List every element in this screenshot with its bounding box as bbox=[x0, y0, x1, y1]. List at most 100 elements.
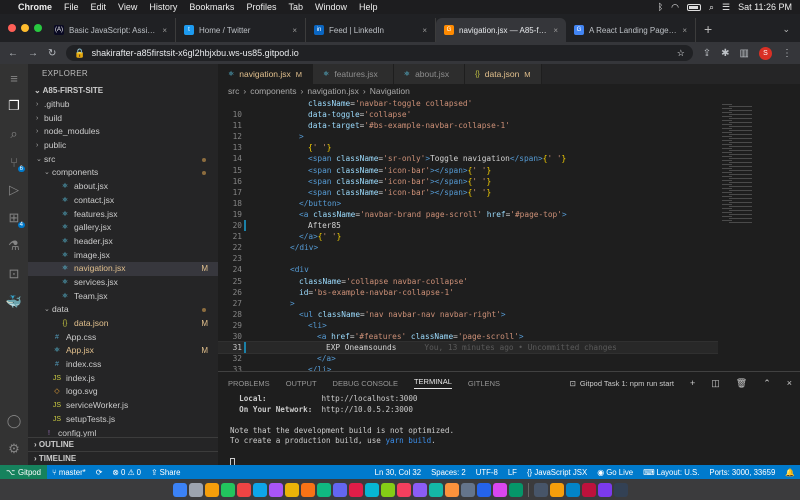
search-icon[interactable]: ⌕ bbox=[6, 126, 22, 142]
browser-tab-react-landing[interactable]: G A React Landing Page Tem × bbox=[566, 18, 696, 42]
browser-tab-gitpod[interactable]: G navigation.jsx — A85-first × bbox=[436, 18, 566, 42]
line-ending[interactable]: LF bbox=[503, 468, 522, 477]
code-line[interactable]: 12 > bbox=[218, 131, 718, 142]
battery-icon[interactable] bbox=[687, 3, 701, 11]
dock-app-icon[interactable] bbox=[613, 482, 628, 497]
notifications-icon[interactable]: 🔔 bbox=[780, 468, 800, 477]
extensions-icon[interactable]: ⊞ 4 bbox=[6, 210, 25, 228]
minimap[interactable] bbox=[718, 98, 800, 371]
branch-indicator[interactable]: ⑂ master* bbox=[47, 468, 91, 477]
keyboard-layout[interactable]: ⌨ Layout: U.S. bbox=[638, 468, 704, 477]
more-menu-icon[interactable]: ⋮ bbox=[782, 48, 792, 59]
dock-app-icon[interactable] bbox=[565, 482, 580, 497]
dock-app-icon[interactable] bbox=[188, 482, 203, 497]
encoding[interactable]: UTF-8 bbox=[471, 468, 503, 477]
source-control-icon[interactable]: ⑂ 6 bbox=[6, 154, 25, 172]
menu-file[interactable]: File bbox=[64, 2, 79, 12]
search-icon[interactable]: ⌕ bbox=[709, 2, 714, 13]
url-text[interactable]: shakirafter-a85firstsit-x6gl2hbjxbu.ws-u… bbox=[92, 48, 299, 58]
menu-view[interactable]: View bbox=[118, 2, 137, 12]
tree-item[interactable]: ⚛ contact.jsx bbox=[28, 194, 218, 208]
dock-app-icon[interactable] bbox=[316, 482, 331, 497]
code-line[interactable]: 21 </a>{' '} bbox=[218, 231, 718, 242]
bookmark-star-icon[interactable]: ☆ bbox=[677, 48, 685, 59]
close-icon[interactable]: × bbox=[162, 26, 167, 35]
explorer-icon[interactable]: ❐ bbox=[6, 98, 22, 114]
menu-profiles[interactable]: Profiles bbox=[246, 2, 276, 12]
close-icon[interactable]: × bbox=[292, 26, 297, 35]
tree-item[interactable]: › public bbox=[28, 139, 218, 153]
browser-tab-linkedin[interactable]: in Feed | LinkedIn × bbox=[306, 18, 436, 42]
menu-app[interactable]: Chrome bbox=[18, 2, 52, 12]
dock-app-icon[interactable] bbox=[348, 482, 363, 497]
dock-app-icon[interactable] bbox=[492, 482, 507, 497]
dock-app-icon[interactable] bbox=[284, 482, 299, 497]
tree-item[interactable]: JS setupTests.js bbox=[28, 413, 218, 427]
trash-icon[interactable]: 🗑 bbox=[736, 378, 747, 389]
code-line[interactable]: 23 bbox=[218, 253, 718, 264]
ports-indicator[interactable]: Ports: 3000, 33659 bbox=[704, 468, 780, 477]
dock-app-icon[interactable] bbox=[396, 482, 411, 497]
maximize-panel-icon[interactable]: ⌃ bbox=[763, 378, 771, 389]
remote-indicator[interactable]: ⌥ Gitpod bbox=[0, 465, 47, 479]
dock-app-icon[interactable] bbox=[581, 482, 596, 497]
editor-tab[interactable]: ⚛ navigation.jsx M bbox=[218, 64, 314, 84]
tree-item[interactable]: ⌄ src bbox=[28, 153, 218, 167]
code-line[interactable]: 22 </div> bbox=[218, 242, 718, 253]
dock-app-icon[interactable] bbox=[476, 482, 491, 497]
close-icon[interactable]: × bbox=[553, 26, 558, 35]
clock[interactable]: Sat 11:26 PM bbox=[738, 2, 792, 12]
sync-icon[interactable]: ⟳ bbox=[91, 468, 108, 477]
tree-item[interactable]: › node_modules bbox=[28, 125, 218, 139]
share-icon[interactable]: ⇪ bbox=[703, 48, 711, 59]
go-live-button[interactable]: ◉ Go Live bbox=[592, 468, 638, 477]
tree-item[interactable]: ⚛ Team.jsx bbox=[28, 290, 218, 304]
outline-section[interactable]: › OUTLINE bbox=[28, 437, 218, 451]
tree-item[interactable]: › build bbox=[28, 112, 218, 126]
breadcrumb-symbol[interactable]: Navigation bbox=[370, 84, 410, 98]
tab-terminal[interactable]: TERMINAL bbox=[413, 377, 452, 389]
workspace-root[interactable]: ⌄ A85-FIRST-SITE bbox=[28, 84, 218, 98]
menu-tab[interactable]: Tab bbox=[288, 2, 303, 12]
tree-item[interactable]: ◇ logo.svg bbox=[28, 385, 218, 399]
profile-avatar[interactable]: S bbox=[759, 46, 772, 60]
run-debug-icon[interactable]: ▷ bbox=[6, 182, 22, 198]
menu-history[interactable]: History bbox=[149, 2, 177, 12]
tree-item[interactable]: ⌄ components bbox=[28, 166, 218, 180]
dock-app-icon[interactable] bbox=[172, 482, 187, 497]
problems-indicator[interactable]: ⊗ 0 ⚠ 0 bbox=[107, 468, 146, 477]
close-icon[interactable]: × bbox=[422, 26, 427, 35]
dock-app-icon[interactable] bbox=[460, 482, 475, 497]
close-icon[interactable]: × bbox=[682, 26, 687, 35]
close-window-button[interactable] bbox=[8, 24, 16, 32]
breadcrumb-components[interactable]: components bbox=[250, 84, 296, 98]
language-mode[interactable]: {} JavaScript JSX bbox=[522, 468, 592, 477]
timeline-section[interactable]: › TIMELINE bbox=[28, 451, 218, 465]
code-line[interactable]: 13 {' '} bbox=[218, 142, 718, 153]
close-panel-icon[interactable]: × bbox=[787, 378, 792, 388]
code-line[interactable]: 15 <span className='icon-bar'></span>{' '… bbox=[218, 165, 718, 176]
menu-icon[interactable]: ≡ bbox=[6, 70, 22, 86]
tree-item[interactable]: # App.css bbox=[28, 331, 218, 345]
code-line[interactable]: 27 > bbox=[218, 298, 718, 309]
tree-item[interactable]: ⚛ navigation.jsx M bbox=[28, 262, 218, 276]
new-terminal-icon[interactable]: + bbox=[690, 378, 695, 388]
dock-app-icon[interactable] bbox=[204, 482, 219, 497]
tree-item[interactable]: {} data.json M bbox=[28, 317, 218, 331]
tree-item[interactable]: # index.css bbox=[28, 358, 218, 372]
tree-item[interactable]: ⚛ App.jsx M bbox=[28, 344, 218, 358]
back-icon[interactable]: ← bbox=[8, 48, 18, 59]
code-line[interactable]: 30 <a href='#features' className='page-sc… bbox=[218, 331, 718, 342]
dock-app-icon[interactable] bbox=[220, 482, 235, 497]
dock-app-icon[interactable] bbox=[332, 482, 347, 497]
menu-edit[interactable]: Edit bbox=[91, 2, 107, 12]
dock-app-icon[interactable] bbox=[549, 482, 564, 497]
extensions-icon[interactable]: ✱ bbox=[721, 48, 729, 59]
reload-icon[interactable]: ↻ bbox=[48, 48, 56, 59]
lock-icon[interactable]: 🔒 bbox=[74, 48, 85, 59]
editor-tab[interactable]: ⚛ about.jsx bbox=[393, 64, 466, 84]
editor-tab[interactable]: {} data.json M bbox=[465, 64, 542, 84]
gear-icon[interactable]: ⚙ bbox=[6, 441, 22, 457]
tree-item[interactable]: › .github bbox=[28, 98, 218, 112]
tree-item[interactable]: ⚛ gallery.jsx bbox=[28, 221, 218, 235]
